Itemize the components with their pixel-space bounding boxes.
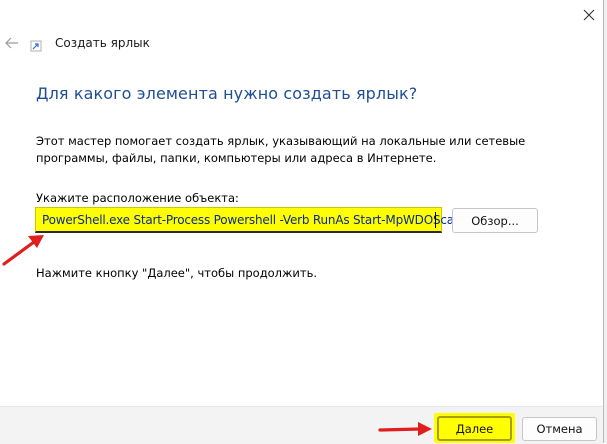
close-icon [583,9,594,21]
page-heading: Для какого элемента нужно создать ярлык? [36,84,418,103]
location-input[interactable]: PowerShell.exe Start-Process Powershell … [35,207,462,233]
cancel-button[interactable]: Отмена [522,417,597,441]
back-arrow-icon [5,37,18,49]
shortcut-icon [30,40,42,52]
back-button[interactable] [2,33,22,53]
location-label: Укажите расположение объекта: [36,191,239,205]
create-shortcut-dialog: Создать ярлык Для какого элемента нужно … [0,0,603,444]
continue-hint: Нажмите кнопку "Далее", чтобы продолжить… [36,266,317,280]
browse-button[interactable]: Обзор... [452,208,538,233]
wizard-description: Этот мастер помогает создать ярлык, указ… [36,134,526,165]
next-button[interactable]: Далее [437,416,512,441]
location-input-value: PowerShell.exe Start-Process Powershell … [42,213,462,227]
dialog-title: Создать ярлык [55,36,150,50]
close-button[interactable] [574,0,603,30]
text-caret [435,212,436,228]
